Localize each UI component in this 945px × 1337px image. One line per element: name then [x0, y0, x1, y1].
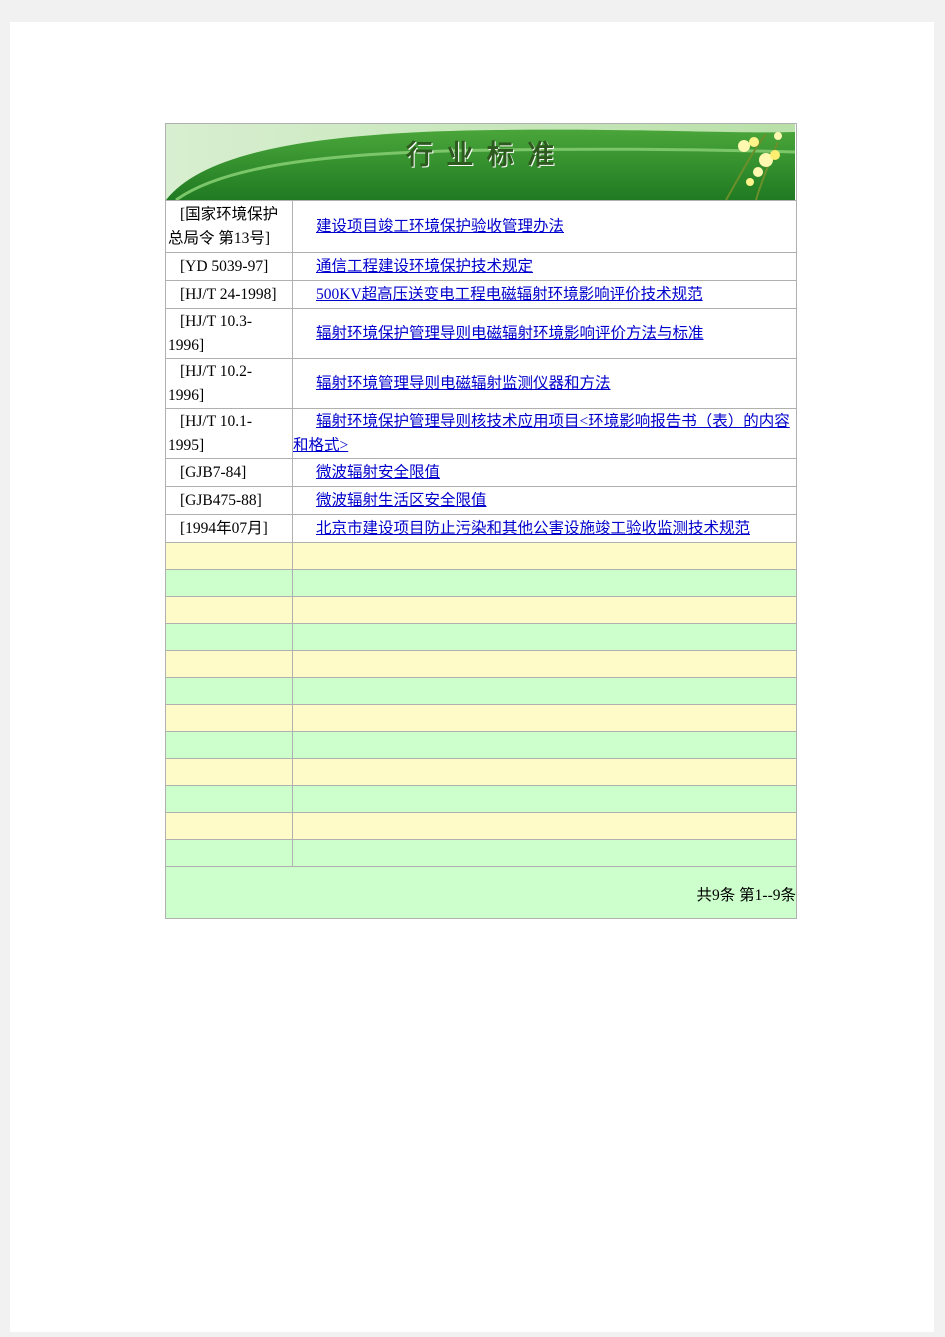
empty-row	[165, 758, 797, 786]
empty-cell	[292, 758, 797, 786]
standard-title-cell: 微波辐射安全限值	[292, 458, 797, 487]
standard-code: [HJ/T 24-1998]	[165, 280, 293, 309]
empty-cell	[292, 785, 797, 813]
standard-title-link[interactable]: 微波辐射生活区安全限值	[316, 492, 487, 509]
empty-cell	[292, 542, 797, 570]
empty-cell	[292, 704, 797, 732]
empty-cell	[165, 542, 293, 570]
standard-title-cell: 辐射环境管理导则电磁辐射监测仪器和方法	[292, 358, 797, 409]
empty-cell	[292, 839, 797, 867]
empty-cell	[165, 731, 293, 759]
standard-title-link[interactable]: 辐射环境管理导则电磁辐射监测仪器和方法	[316, 375, 611, 392]
standard-code: [国家环境保护总局令 第13号]	[165, 200, 293, 253]
empty-cell	[165, 650, 293, 678]
standard-title-link[interactable]: 辐射环境保护管理导则电磁辐射环境影响评价方法与标准	[316, 325, 704, 342]
empty-row	[165, 596, 797, 624]
empty-cell	[165, 785, 293, 813]
standard-title-cell: 建设项目竣工环境保护验收管理办法	[292, 200, 797, 253]
table-row: [YD 5039-97] 通信工程建设环境保护技术规定	[165, 252, 797, 281]
empty-cell	[292, 812, 797, 840]
standard-title-cell: 北京市建设项目防止污染和其他公害设施竣工验收监测技术规范	[292, 514, 797, 543]
standard-code: [HJ/T 10.2-1996]	[165, 358, 293, 409]
empty-row	[165, 704, 797, 732]
empty-cell	[292, 569, 797, 597]
standard-title-cell: 500KV超高压送变电工程电磁辐射环境影响评价技术规范	[292, 280, 797, 309]
table-row: [GJB7-84] 微波辐射安全限值	[165, 458, 797, 487]
standard-title-link[interactable]: 建设项目竣工环境保护验收管理办法	[316, 218, 564, 235]
empty-row	[165, 812, 797, 840]
pagination-summary: 共9条 第1--9条	[696, 887, 796, 904]
standard-code: [HJ/T 10.1-1995]	[165, 408, 293, 459]
standard-code: [GJB7-84]	[165, 458, 293, 487]
empty-row	[165, 569, 797, 597]
empty-cell	[165, 677, 293, 705]
table-row: [HJ/T 24-1998] 500KV超高压送变电工程电磁辐射环境影响评价技术…	[165, 280, 797, 309]
banner-row: 行 业 标 准	[165, 123, 797, 201]
table-row: [国家环境保护总局令 第13号] 建设项目竣工环境保护验收管理办法	[165, 200, 797, 253]
empty-cell	[165, 569, 293, 597]
banner-image: 行 业 标 准	[166, 124, 795, 200]
empty-cell	[292, 596, 797, 624]
empty-row	[165, 623, 797, 651]
empty-row	[165, 839, 797, 867]
standard-code: [YD 5039-97]	[165, 252, 293, 281]
table-row: [HJ/T 10.2-1996] 辐射环境管理导则电磁辐射监测仪器和方法	[165, 358, 797, 409]
standard-code: [HJ/T 10.3-1996]	[165, 308, 293, 359]
table-row: [GJB475-88] 微波辐射生活区安全限值	[165, 486, 797, 515]
industry-standards-table: 行 业 标 准 [国家环境保护总局令 第13号] 建设项目竣工环境保护验收管理办…	[165, 123, 797, 919]
pagination-footer: 共9条 第1--9条	[165, 866, 797, 919]
standard-title-cell: 通信工程建设环境保护技术规定	[292, 252, 797, 281]
footer-row: 共9条 第1--9条	[165, 866, 797, 919]
banner-title: 行 业 标 准	[406, 140, 557, 171]
standard-title-link[interactable]: 微波辐射安全限值	[316, 464, 440, 481]
standard-title-link[interactable]: 辐射环境保护管理导则核技术应用项目<环境影响报告书（表）的内容和格式>	[294, 413, 790, 454]
standard-title-link[interactable]: 北京市建设项目防止污染和其他公害设施竣工验收监测技术规范	[316, 520, 750, 537]
empty-cell	[292, 731, 797, 759]
standard-title-link[interactable]: 通信工程建设环境保护技术规定	[316, 258, 533, 275]
empty-row	[165, 650, 797, 678]
empty-cell	[292, 650, 797, 678]
empty-row	[165, 677, 797, 705]
empty-row	[165, 542, 797, 570]
standard-code: [GJB475-88]	[165, 486, 293, 515]
standard-code: [1994年07月]	[165, 514, 293, 543]
empty-cell	[292, 623, 797, 651]
table-row: [1994年07月] 北京市建设项目防止污染和其他公害设施竣工验收监测技术规范	[165, 514, 797, 543]
table-row: [HJ/T 10.3-1996] 辐射环境保护管理导则电磁辐射环境影响评价方法与…	[165, 308, 797, 359]
empty-cell	[165, 623, 293, 651]
standard-title-cell: 辐射环境保护管理导则电磁辐射环境影响评价方法与标准	[292, 308, 797, 359]
standard-title-link[interactable]: 500KV超高压送变电工程电磁辐射环境影响评价技术规范	[316, 286, 703, 303]
empty-cell	[292, 677, 797, 705]
standard-title-cell: 微波辐射生活区安全限值	[292, 486, 797, 515]
table-row: [HJ/T 10.1-1995] 辐射环境保护管理导则核技术应用项目<环境影响报…	[165, 408, 797, 459]
empty-cell	[165, 704, 293, 732]
empty-cell	[165, 812, 293, 840]
empty-cell	[165, 839, 293, 867]
empty-cell	[165, 758, 293, 786]
empty-row	[165, 731, 797, 759]
empty-row	[165, 785, 797, 813]
standard-title-cell: 辐射环境保护管理导则核技术应用项目<环境影响报告书（表）的内容和格式>	[292, 408, 797, 459]
empty-cell	[165, 596, 293, 624]
